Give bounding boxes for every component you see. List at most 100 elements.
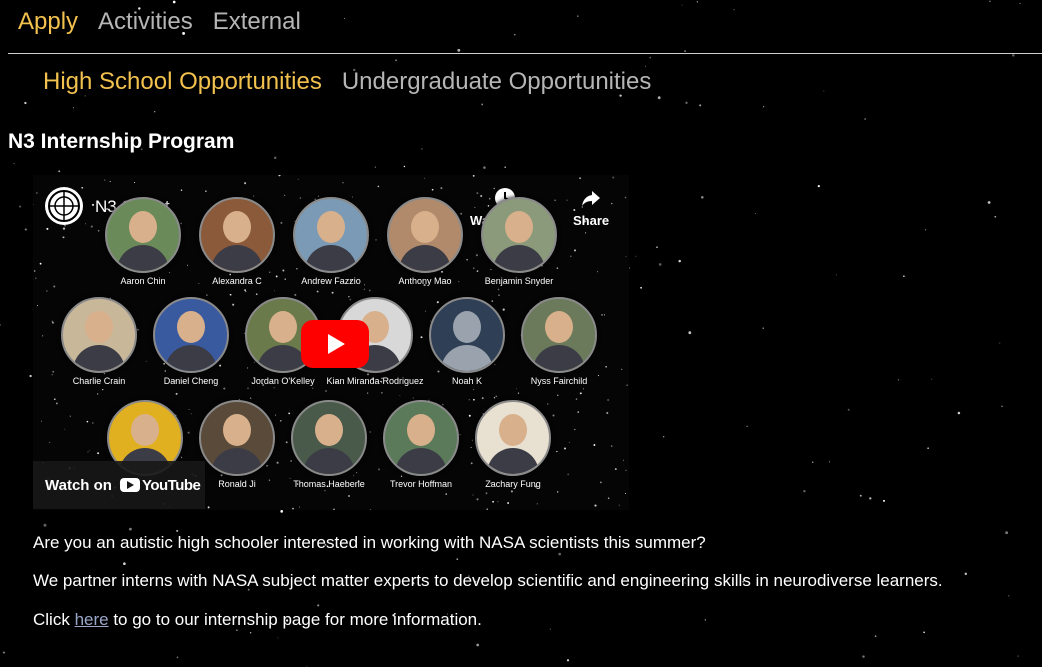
star: [298, 506, 300, 508]
person-name: Charlie Crain: [72, 376, 126, 386]
star: [229, 293, 232, 296]
play-icon: [328, 334, 345, 354]
star: [483, 166, 486, 169]
person-name: Zachary Fung: [485, 479, 541, 489]
star: [472, 175, 475, 177]
person-thumbnail: Charlie Crain: [49, 297, 149, 386]
avatar-head: [269, 311, 297, 343]
avatar-body: [211, 448, 263, 474]
star: [456, 558, 459, 561]
star: [273, 156, 277, 160]
star: [363, 288, 366, 290]
star: [1008, 595, 1010, 597]
here-link[interactable]: here: [75, 610, 109, 629]
star: [897, 379, 900, 381]
person-avatar: [199, 197, 275, 273]
star: [862, 655, 865, 658]
star: [421, 148, 423, 150]
star: [610, 445, 613, 447]
star: [36, 192, 38, 194]
star: [123, 562, 126, 565]
avatar-head: [411, 211, 439, 243]
tab-undergraduate-opportunities[interactable]: Undergraduate Opportunities: [342, 68, 652, 96]
play-button[interactable]: [301, 320, 369, 368]
avatar-head: [315, 414, 343, 446]
star: [87, 451, 89, 453]
star: [223, 387, 226, 390]
star: [999, 342, 1001, 344]
star: [1011, 53, 1015, 57]
star: [704, 619, 706, 621]
share-button[interactable]: Share: [573, 187, 609, 228]
star: [924, 229, 927, 231]
star: [575, 398, 578, 400]
star: [812, 461, 814, 463]
star: [645, 65, 647, 67]
star: [399, 394, 401, 396]
youtube-embed[interactable]: N3 SciAct Watch later Share Aaron ChinAl…: [33, 175, 629, 510]
star: [344, 17, 345, 19]
star: [701, 196, 704, 199]
star: [325, 390, 327, 392]
tab-apply[interactable]: Apply: [18, 8, 78, 36]
star: [614, 468, 617, 471]
star: [317, 604, 320, 607]
star: [104, 179, 106, 181]
person-name: Nyss Fairchild: [530, 376, 588, 386]
star: [823, 90, 825, 92]
star: [245, 290, 247, 293]
star: [342, 182, 344, 184]
star: [13, 163, 15, 165]
channel-logo-icon: [48, 190, 80, 222]
star: [2, 651, 5, 654]
star: [395, 59, 398, 62]
more-info-prefix: Click: [33, 610, 75, 629]
person-thumbnail: Andrew Fazzio: [281, 197, 381, 286]
star: [874, 635, 877, 638]
star: [497, 501, 499, 503]
star: [828, 461, 830, 463]
avatar-body: [487, 448, 539, 474]
star: [1001, 405, 1003, 408]
star: [278, 175, 281, 177]
star: [311, 387, 314, 390]
person-name: Anthony Mao: [398, 276, 452, 286]
star: [577, 15, 579, 17]
star: [504, 166, 507, 169]
star: [348, 495, 350, 497]
tab-external[interactable]: External: [213, 8, 301, 36]
star: [593, 444, 596, 446]
tab-activities[interactable]: Activities: [98, 8, 193, 36]
star: [607, 497, 610, 499]
star: [498, 294, 500, 297]
star: [64, 428, 66, 430]
tab-high-school-opportunities[interactable]: High School Opportunities: [43, 68, 322, 96]
star: [58, 170, 61, 173]
star: [678, 259, 681, 263]
star: [34, 270, 36, 272]
person-thumbnail: Benjamin Snyder: [469, 197, 569, 286]
star: [517, 392, 520, 394]
star: [273, 387, 275, 389]
star: [19, 205, 22, 208]
channel-logo[interactable]: [45, 187, 83, 225]
star: [903, 275, 905, 278]
avatar-head: [129, 211, 157, 243]
watch-on-youtube-button[interactable]: Watch on YouTube: [33, 461, 205, 509]
star: [244, 289, 246, 291]
avatar-body: [533, 345, 585, 371]
avatar-head: [317, 211, 345, 243]
star: [624, 196, 627, 199]
intro-question: Are you an autistic high schooler intere…: [33, 533, 706, 552]
star: [497, 288, 500, 291]
person-name: Kian Miranda-Rodriguez: [326, 376, 424, 386]
star: [207, 506, 210, 509]
star: [176, 529, 179, 532]
avatar-head: [131, 414, 159, 446]
star: [73, 107, 74, 109]
person-name: Daniel Cheng: [163, 376, 219, 386]
person-avatar: [521, 297, 597, 373]
person-name: Andrew Fazzio: [301, 276, 361, 286]
star: [994, 215, 997, 218]
avatar-body: [441, 345, 493, 371]
